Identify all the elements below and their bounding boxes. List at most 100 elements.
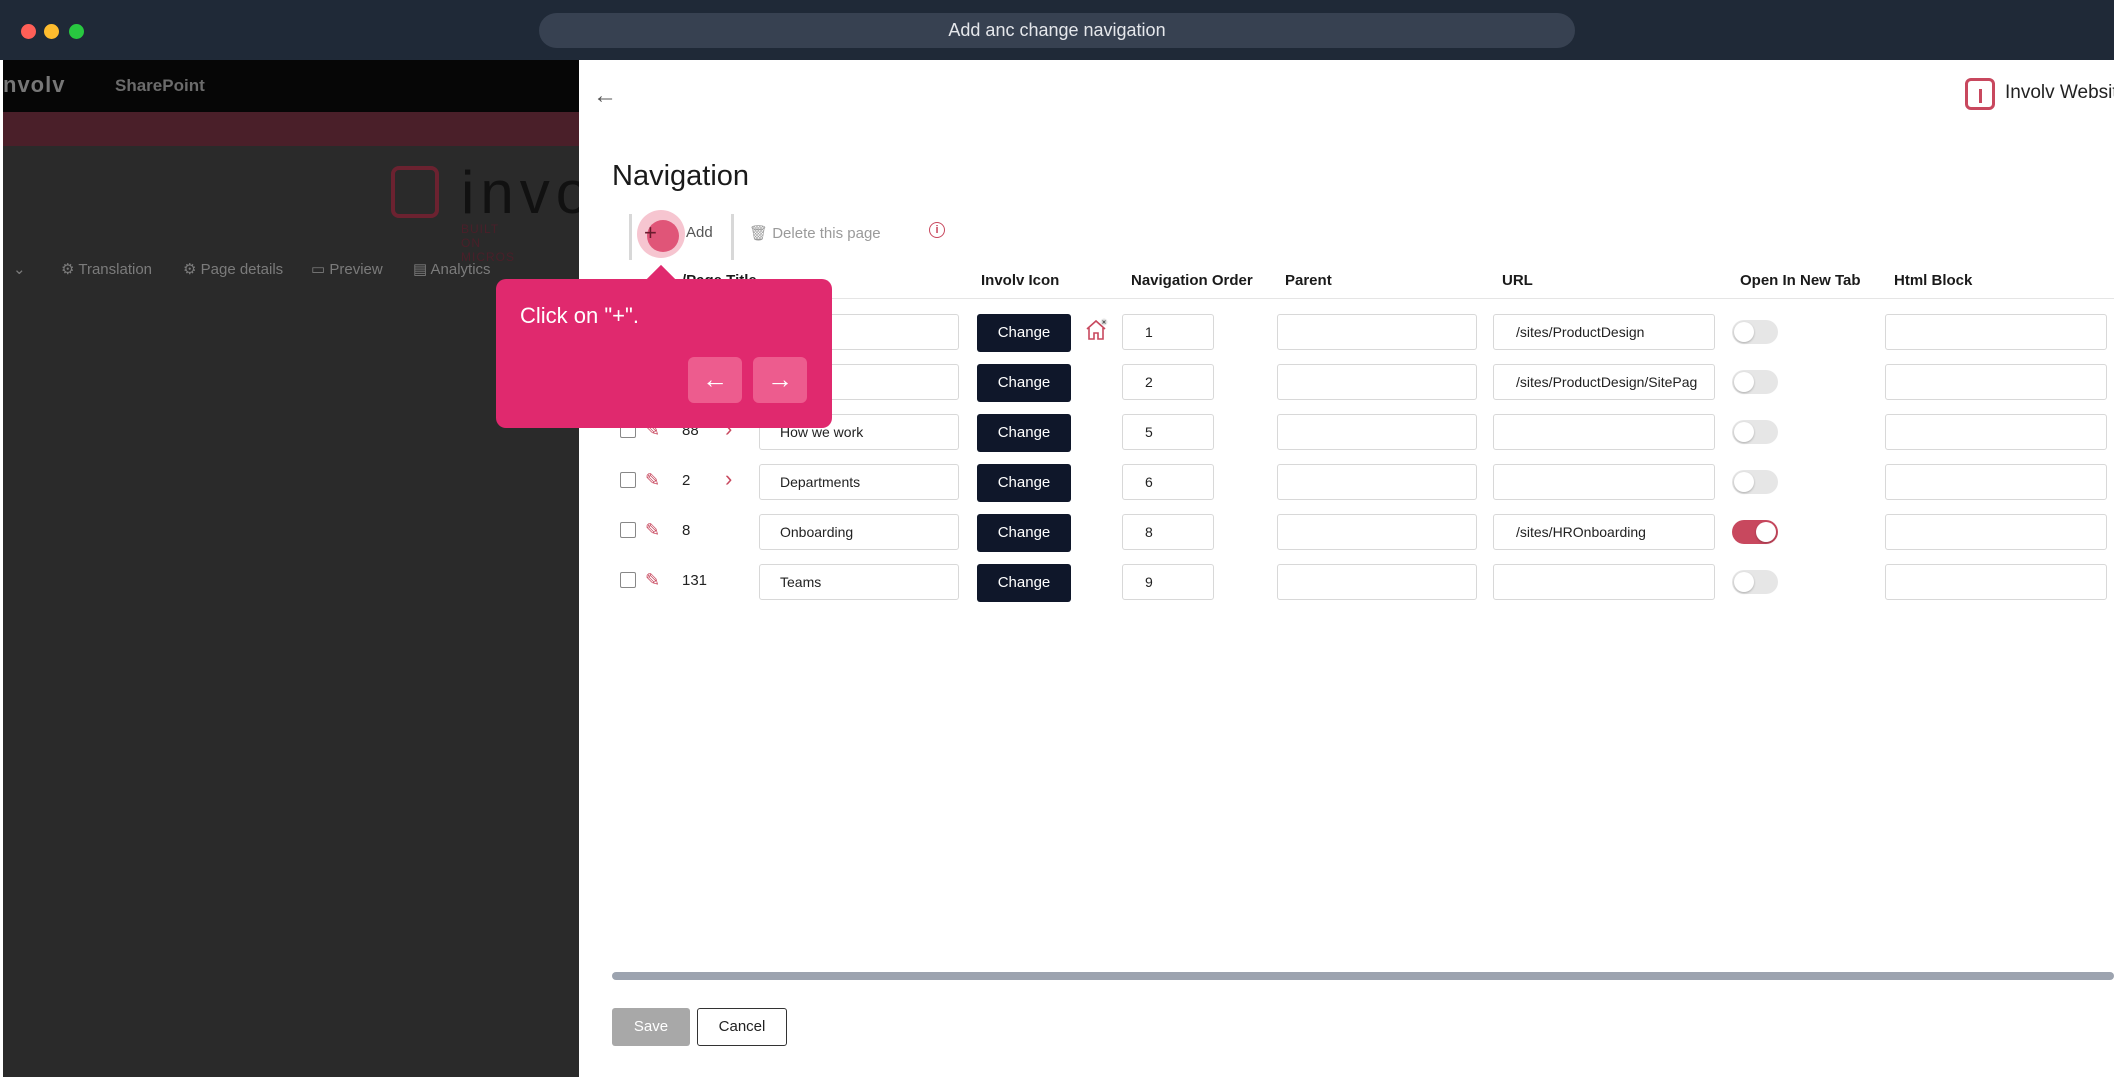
- title-bar: Add anc change navigation: [0, 0, 2114, 60]
- change-icon-button[interactable]: Change: [977, 364, 1071, 402]
- order-input[interactable]: 2: [1122, 364, 1214, 400]
- site-logo-text: invo: [461, 159, 579, 226]
- sharepoint-top-bar: nvolv SharePoint: [3, 60, 579, 112]
- column-header-url: URL: [1502, 272, 1533, 289]
- title-input[interactable]: Onboarding: [759, 514, 959, 550]
- column-header-order: Navigation Order: [1131, 272, 1253, 289]
- url-input[interactable]: /sites/ProductDesign/SitePag: [1493, 364, 1715, 400]
- minimize-window-button[interactable]: [44, 24, 59, 39]
- change-icon-button[interactable]: Change: [977, 564, 1071, 602]
- save-button[interactable]: Save: [612, 1008, 690, 1046]
- window-title: Add anc change navigation: [539, 13, 1575, 48]
- change-icon-button[interactable]: Change: [977, 464, 1071, 502]
- info-icon[interactable]: i: [929, 222, 945, 238]
- url-input[interactable]: /sites/ProductDesign: [1493, 314, 1715, 350]
- url-input[interactable]: /sites/HROnboarding: [1493, 514, 1715, 550]
- chevron-right-icon[interactable]: ›: [725, 466, 732, 492]
- involv-logo: nvolv: [3, 72, 66, 97]
- column-header-parent: Parent: [1285, 272, 1332, 289]
- new-tab-toggle[interactable]: [1732, 420, 1778, 444]
- parent-input[interactable]: [1277, 364, 1477, 400]
- column-header-html-block: Html Block: [1894, 272, 1973, 289]
- order-input[interactable]: 9: [1122, 564, 1214, 600]
- back-arrow-icon[interactable]: ←: [593, 82, 617, 110]
- pencil-icon[interactable]: ✎: [645, 470, 660, 491]
- arrow-right-icon: →: [767, 364, 793, 394]
- sharepoint-background: nvolv SharePoint invo BUILT ON MICROS ⌄ …: [3, 60, 579, 1077]
- change-icon-button[interactable]: Change: [977, 514, 1071, 552]
- arrow-left-icon: ←: [702, 364, 728, 394]
- order-input[interactable]: 5: [1122, 414, 1214, 450]
- logo-mark-icon: [391, 166, 439, 218]
- new-tab-toggle[interactable]: [1732, 570, 1778, 594]
- translation-icon: ⚙: [61, 261, 75, 278]
- chevron-down-icon: ⌄: [13, 261, 26, 278]
- gear-icon: ⚙: [183, 261, 197, 278]
- site-logo-subtitle: BUILT ON MICROS: [461, 222, 515, 264]
- html-block-input[interactable]: [1885, 514, 2107, 550]
- column-header-icon: Involv Icon: [981, 272, 1060, 289]
- new-tab-toggle[interactable]: [1732, 520, 1778, 544]
- html-block-input[interactable]: [1885, 364, 2107, 400]
- site-header-strip: [3, 112, 579, 146]
- tooltip-text: Click on "+".: [520, 303, 639, 328]
- url-input[interactable]: [1493, 564, 1715, 600]
- order-input[interactable]: 6: [1122, 464, 1214, 500]
- parent-input[interactable]: [1277, 414, 1477, 450]
- html-block-input[interactable]: [1885, 414, 2107, 450]
- home-icon[interactable]: [1084, 318, 1108, 342]
- row-id: 131: [682, 572, 708, 589]
- preview-button[interactable]: ▭ Preview: [311, 260, 383, 278]
- html-block-input[interactable]: [1885, 314, 2107, 350]
- order-input[interactable]: 8: [1122, 514, 1214, 550]
- toggle-knob: [1734, 322, 1754, 342]
- header-divider: [612, 298, 2114, 299]
- change-icon-button[interactable]: Change: [977, 414, 1071, 452]
- change-icon-button[interactable]: Change: [977, 314, 1071, 352]
- maximize-window-button[interactable]: [69, 24, 84, 39]
- navigation-panel: ← Involv Websit Navigation + Add 🗑 Delet…: [579, 60, 2114, 1077]
- horizontal-scrollbar[interactable]: [612, 972, 2114, 980]
- url-input[interactable]: [1493, 464, 1715, 500]
- delete-page-button[interactable]: 🗑 Delete this page: [749, 224, 881, 242]
- parent-input[interactable]: [1277, 514, 1477, 550]
- title-input[interactable]: Teams: [759, 564, 959, 600]
- analytics-button[interactable]: ▤ Analytics: [413, 260, 491, 278]
- analytics-icon: ▤: [413, 261, 428, 278]
- plus-icon: +: [644, 220, 657, 245]
- new-tab-toggle[interactable]: [1732, 370, 1778, 394]
- page-details-button[interactable]: ⚙ Page details: [183, 260, 283, 278]
- tutorial-tooltip: Click on "+". ← →: [496, 264, 832, 428]
- translation-button[interactable]: ⚙ Translation: [61, 260, 152, 278]
- delete-page-label: Delete this page: [772, 225, 881, 242]
- html-block-input[interactable]: [1885, 564, 2107, 600]
- pencil-icon[interactable]: ✎: [645, 570, 660, 591]
- parent-input[interactable]: [1277, 314, 1477, 350]
- parent-input[interactable]: [1277, 464, 1477, 500]
- row-checkbox[interactable]: [620, 472, 636, 488]
- toggle-knob: [1734, 572, 1754, 592]
- trash-icon: 🗑: [749, 225, 769, 242]
- toolbar-divider: [629, 214, 632, 260]
- order-input[interactable]: 1: [1122, 314, 1214, 350]
- parent-input[interactable]: [1277, 564, 1477, 600]
- row-checkbox[interactable]: [620, 522, 636, 538]
- column-header-new-tab: Open In New Tab: [1740, 272, 1861, 289]
- html-block-input[interactable]: [1885, 464, 2107, 500]
- new-tab-toggle[interactable]: [1732, 470, 1778, 494]
- new-tab-toggle[interactable]: [1732, 320, 1778, 344]
- cancel-button[interactable]: Cancel: [697, 1008, 787, 1046]
- add-label[interactable]: Add: [686, 224, 713, 241]
- previous-step-button[interactable]: ←: [688, 357, 742, 403]
- toggle-knob: [1734, 372, 1754, 392]
- toggle-knob: [1756, 522, 1776, 542]
- close-window-button[interactable]: [21, 24, 36, 39]
- add-button[interactable]: +: [637, 210, 685, 258]
- url-input[interactable]: [1493, 414, 1715, 450]
- next-step-button[interactable]: →: [753, 357, 807, 403]
- row-checkbox[interactable]: [620, 572, 636, 588]
- brand-name: Involv Websit: [2005, 82, 2114, 103]
- title-input[interactable]: Departments: [759, 464, 959, 500]
- pencil-icon[interactable]: ✎: [645, 520, 660, 541]
- app-window: Add anc change navigation nvolv SharePoi…: [0, 0, 2114, 1080]
